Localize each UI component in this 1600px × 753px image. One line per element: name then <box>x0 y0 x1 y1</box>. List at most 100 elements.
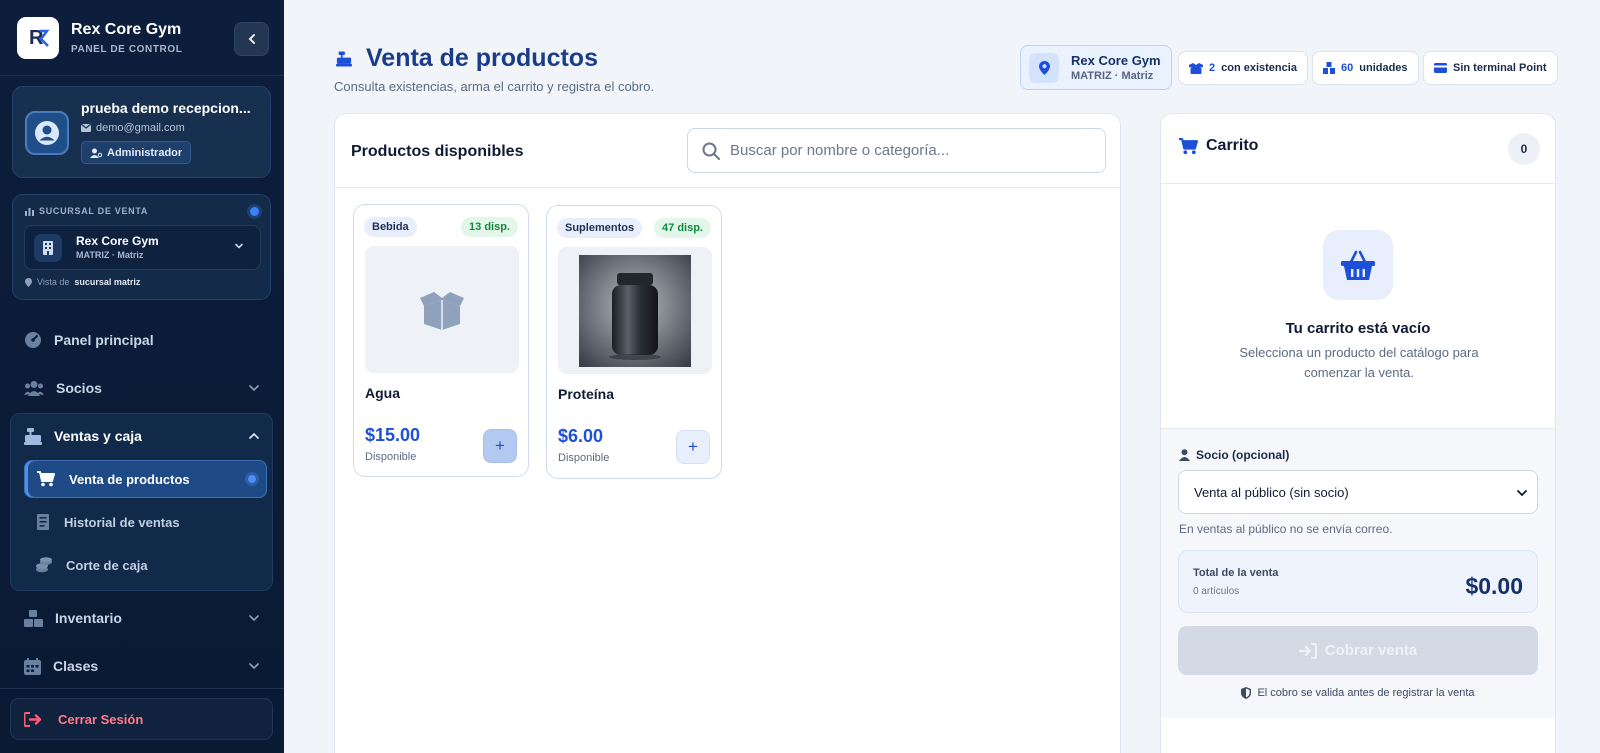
user-email-text: demo@gmail.com <box>96 122 185 134</box>
total-items: 0 artículos <box>1193 586 1240 597</box>
socio-note: En ventas al público no se envía correo. <box>1179 522 1393 536</box>
empty-cart-subtitle: Selecciona un producto del catálogo para… <box>1239 345 1479 380</box>
nav-inventario[interactable]: Inventario <box>24 607 122 629</box>
nav-corte-de-caja[interactable]: Corte de caja <box>24 546 267 584</box>
nav-clases[interactable]: Clases <box>24 655 98 677</box>
empty-cart-title: Tu carrito está vacío <box>1285 320 1431 337</box>
chevron-down-icon <box>249 385 259 392</box>
socio-select[interactable]: Venta al público (sin socio) <box>1178 470 1538 514</box>
product-image <box>365 246 519 373</box>
search-placeholder: Buscar por nombre o categoría... <box>730 142 950 159</box>
products-panel-title: Productos disponibles <box>351 143 524 160</box>
user-icon <box>1179 449 1190 461</box>
branch-foot-prefix: Vista de <box>37 277 70 287</box>
location-text: Rex Core Gym MATRIZ · Matriz <box>1071 53 1161 82</box>
receipt-icon <box>37 514 49 530</box>
add-to-cart-button[interactable]: + <box>676 430 710 464</box>
search-input[interactable]: Buscar por nombre o categoría... <box>687 128 1106 173</box>
branch-select[interactable]: Rex Core Gym MATRIZ · Matriz <box>24 225 261 270</box>
chevron-up-icon <box>249 432 259 439</box>
building-icon <box>34 234 62 262</box>
total-label: Total de la venta <box>1193 567 1279 579</box>
coins-icon <box>36 557 52 573</box>
branch-foot-value: sucursal matriz <box>74 277 141 287</box>
nav-panel-principal[interactable]: Panel principal <box>24 329 154 351</box>
product-status: Disponible <box>558 452 610 464</box>
sidebar: R Rex Core Gym PANEL DE CONTROL prueba d… <box>0 0 284 753</box>
user-card: prueba demo recepcion... demo@gmail.com … <box>12 86 271 178</box>
user-name: prueba demo recepcion... <box>81 100 251 116</box>
divider <box>0 688 284 689</box>
brand-title: Rex Core Gym <box>71 21 182 38</box>
add-to-cart-button[interactable]: + <box>483 429 517 463</box>
location-chip: Rex Core Gym MATRIZ · Matriz <box>1020 45 1172 90</box>
divider <box>0 75 284 76</box>
boxes-icon <box>1189 62 1203 74</box>
product-name: Proteína <box>558 386 615 402</box>
nav-sub-label: Venta de productos <box>69 471 190 487</box>
map-pin-icon <box>25 277 32 287</box>
stock-badge: 47 disp. <box>654 218 711 238</box>
checkout-section: Socio (opcional) Venta al público (sin s… <box>1161 428 1555 718</box>
credit-card-icon <box>1434 63 1447 73</box>
logout-button[interactable]: Cerrar Sesión <box>10 698 273 740</box>
nav-ventas-y-caja[interactable]: Ventas y caja <box>24 425 142 447</box>
cart-count-badge: 0 <box>1508 133 1540 165</box>
brand-subtitle: PANEL DE CONTROL <box>71 44 183 55</box>
shield-icon <box>1241 687 1252 699</box>
product-image <box>558 247 712 374</box>
terminal-label: Sin terminal Point <box>1453 62 1547 74</box>
products-panel: Productos disponibles Buscar por nombre … <box>334 113 1121 753</box>
branch-label: SUCURSAL DE VENTA <box>25 206 148 216</box>
map-pin-icon <box>1029 52 1059 83</box>
user-circle-icon <box>35 121 59 145</box>
chart-bars-icon <box>25 207 34 216</box>
payment-note: El cobro se valida antes de registrar la… <box>1161 687 1555 699</box>
payment-note-text: El cobro se valida antes de registrar la… <box>1257 687 1475 699</box>
basket-icon <box>1323 230 1393 300</box>
stock-chip: 2 con existencia <box>1178 51 1308 85</box>
chevron-down-icon <box>249 615 259 622</box>
chevron-down-icon <box>1517 490 1527 497</box>
nav-label: Clases <box>53 658 99 674</box>
open-box-icon <box>420 291 464 330</box>
total-amount: $0.00 <box>1465 573 1523 599</box>
branch-label-text: SUCURSAL DE VENTA <box>39 206 149 216</box>
terminal-chip: Sin terminal Point <box>1423 51 1558 85</box>
divider <box>335 187 1120 188</box>
product-card[interactable]: Suplementos 47 disp. Proteína $6.00 Disp… <box>546 205 722 479</box>
gauge-icon <box>25 332 41 348</box>
protein-jar-image <box>579 254 691 367</box>
chevron-down-icon <box>249 663 259 670</box>
socio-select-value: Venta al público (sin socio) <box>1194 484 1349 500</box>
user-cog-icon <box>90 148 102 158</box>
nav-historial-de-ventas[interactable]: Historial de ventas <box>24 503 267 541</box>
nav-venta-de-productos[interactable]: Venta de productos <box>24 460 267 498</box>
cash-register-icon <box>336 50 352 67</box>
charge-sale-button[interactable]: Cobrar venta <box>1178 626 1538 675</box>
nav-sub-label: Historial de ventas <box>64 514 180 530</box>
product-card[interactable]: Bebida 13 disp. Agua $15.00 Disponible + <box>353 204 529 477</box>
units-count: 60 <box>1341 62 1354 74</box>
product-status: Disponible <box>365 451 417 463</box>
chevron-down-icon <box>235 243 243 249</box>
charge-sale-label: Cobrar venta <box>1324 642 1418 659</box>
product-price: $6.00 <box>558 426 604 446</box>
calendar-icon <box>24 657 41 675</box>
socio-label-text: Socio (opcional) <box>1196 448 1290 462</box>
page-title-text: Venta de productos <box>366 44 598 72</box>
branch-status-dot <box>250 207 259 216</box>
nav-socios[interactable]: Socios <box>24 377 102 399</box>
stock-count: 2 <box>1209 62 1216 74</box>
boxes-icon <box>24 609 43 627</box>
page-title: Venta de productos <box>336 44 598 73</box>
collapse-sidebar-button[interactable] <box>234 22 269 56</box>
chevron-left-icon <box>248 34 255 44</box>
category-badge: Suplementos <box>557 218 643 238</box>
shopping-cart-icon <box>1179 137 1198 154</box>
nav-sub-label: Corte de caja <box>66 557 148 573</box>
user-email: demo@gmail.com <box>81 122 185 134</box>
role-label: Administrador <box>107 146 183 159</box>
branch-card: SUCURSAL DE VENTA Rex Core Gym MATRIZ · … <box>12 194 271 300</box>
role-badge: Administrador <box>81 141 192 164</box>
